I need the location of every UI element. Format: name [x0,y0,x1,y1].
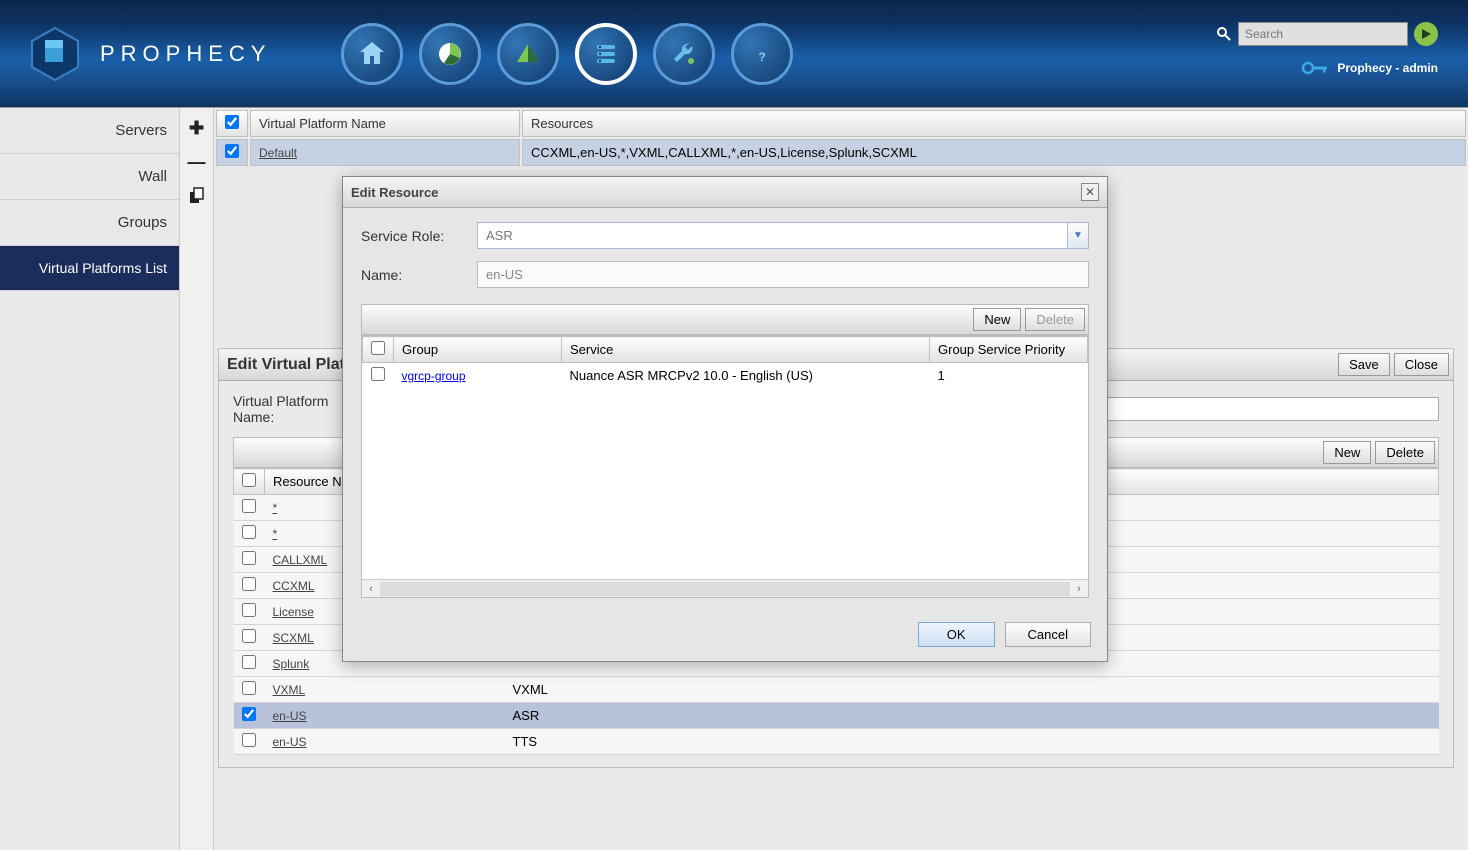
res-delete-button[interactable]: Delete [1375,441,1435,464]
chevron-down-icon[interactable]: ▼ [1067,222,1089,249]
vp-header-name[interactable]: Virtual Platform Name [250,110,520,137]
evp-close-button[interactable]: Close [1394,353,1449,376]
scroll-right-icon[interactable]: › [1070,583,1088,595]
h-scrollbar[interactable]: ‹ › [362,579,1088,597]
nav-home-icon[interactable] [341,23,403,85]
service-role-select[interactable] [477,222,1067,249]
resource-row-cb[interactable] [242,525,256,539]
brand: PROPHECY [30,26,271,82]
resource-row-name[interactable]: * [273,527,278,541]
vp-table: Virtual Platform Name Resources Default … [214,108,1468,168]
resource-row-cb[interactable] [242,707,256,721]
sidebar: Servers Wall Groups Virtual Platforms Li… [0,108,180,850]
nav-wrench-icon[interactable] [653,23,715,85]
group-row-priority: 1 [930,363,1088,389]
sidebar-item-groups[interactable]: Groups [0,200,179,246]
resource-row[interactable]: en-US ASR [234,703,1439,729]
grp-hdr-service[interactable]: Service [562,337,930,363]
search-input[interactable] [1238,22,1408,46]
header-right: Prophecy - admin [1216,22,1438,76]
resource-row-name[interactable]: * [273,501,278,515]
group-row-service: Nuance ASR MRCPv2 10.0 - English (US) [562,363,930,389]
resource-row-cb[interactable] [242,577,256,591]
resource-row-cb[interactable] [242,551,256,565]
resource-row[interactable]: en-US TTS [234,729,1439,755]
vp-header-res[interactable]: Resources [522,110,1466,137]
group-row[interactable]: vgrcp-group Nuance ASR MRCPv2 10.0 - Eng… [363,363,1088,389]
resource-row-cb[interactable] [242,681,256,695]
vp-row-res: CCXML,en-US,*,VXML,CALLXML,*,en-US,Licen… [522,139,1466,166]
sidebar-item-vpl[interactable]: Virtual Platforms List [0,246,179,291]
name-input[interactable] [477,261,1089,288]
resource-row-cb[interactable] [242,655,256,669]
resource-row-name[interactable]: en-US [273,709,307,723]
ok-button[interactable]: OK [918,622,995,647]
resource-row-name[interactable]: CCXML [273,579,315,593]
res-new-button[interactable]: New [1323,441,1371,464]
copy-button[interactable] [185,184,209,208]
brand-text: PROPHECY [100,41,271,67]
logo-hex-icon [30,26,80,82]
top-nav: ? [341,23,793,85]
vp-row-name[interactable]: Default [259,146,297,160]
add-button[interactable]: ✚ [185,116,209,140]
app-header: PROPHECY ? Prophecy - admin [0,0,1468,108]
sidebar-item-servers[interactable]: Servers [0,108,179,154]
grp-hdr-cb[interactable] [371,341,385,355]
remove-button[interactable]: — [185,150,209,174]
group-row-cb[interactable] [371,367,385,381]
modal-new-button[interactable]: New [973,308,1021,331]
vp-name-label: Virtual Platform Name: [233,393,348,425]
resource-row-name[interactable]: VXML [273,683,306,697]
nav-help-icon[interactable]: ? [731,23,793,85]
resource-row-name[interactable]: License [273,605,314,619]
cancel-button[interactable]: Cancel [1005,622,1091,647]
grp-hdr-priority[interactable]: Group Service Priority [930,337,1088,363]
res-hdr-cb[interactable] [242,473,256,487]
vp-row-cb[interactable] [225,144,239,158]
search-icon [1216,26,1232,42]
resource-row-name[interactable]: en-US [273,735,307,749]
group-row-group[interactable]: vgrcp-group [402,369,466,383]
resource-row-role: ASR [505,703,1439,729]
resource-row-role: TTS [505,729,1439,755]
vp-row[interactable]: Default CCXML,en-US,*,VXML,CALLXML,*,en-… [216,139,1466,166]
nav-servers-icon[interactable] [575,23,637,85]
nav-pie-icon[interactable] [419,23,481,85]
sidebar-item-wall[interactable]: Wall [0,154,179,200]
dialog-title: Edit Resource [351,185,438,200]
resource-row-name[interactable]: Splunk [273,657,310,671]
group-table: Group Service Group Service Priority vgr… [362,336,1088,388]
scroll-left-icon[interactable]: ‹ [362,583,380,595]
grp-hdr-group[interactable]: Group [394,337,562,363]
vert-toolbar: ✚ — [180,108,214,850]
user-text: Prophecy - admin [1337,61,1438,75]
dialog-close-button[interactable]: ✕ [1081,183,1099,201]
resource-row-role: VXML [505,677,1439,703]
resource-row-name[interactable]: SCXML [273,631,314,645]
name-label: Name: [361,267,477,283]
vp-header-cb[interactable] [216,110,248,137]
user-label: Prophecy - admin [1301,60,1438,76]
edit-resource-dialog: Edit Resource ✕ Service Role: ▼ Name: Ne… [342,176,1108,662]
svg-text:?: ? [759,50,766,64]
resource-row-cb[interactable] [242,603,256,617]
resource-row[interactable]: VXML VXML [234,677,1439,703]
search [1216,22,1438,46]
resource-row-cb[interactable] [242,629,256,643]
modal-delete-button[interactable]: Delete [1025,308,1085,331]
resource-row-cb[interactable] [242,733,256,747]
evp-save-button[interactable]: Save [1338,353,1390,376]
search-go-button[interactable] [1414,22,1438,46]
nav-triangle-icon[interactable] [497,23,559,85]
service-role-label: Service Role: [361,228,477,244]
resource-row-cb[interactable] [242,499,256,513]
resource-row-name[interactable]: CALLXML [273,553,328,567]
key-icon [1301,60,1329,76]
